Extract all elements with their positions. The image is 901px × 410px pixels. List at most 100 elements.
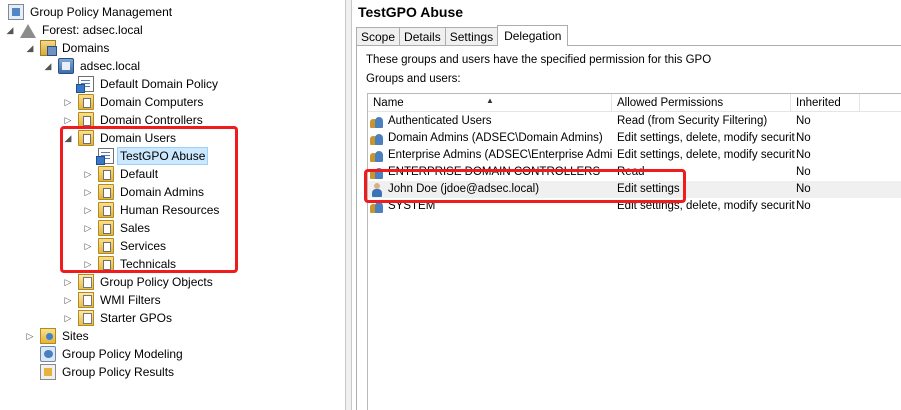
- tab-delegation[interactable]: Delegation: [497, 25, 569, 46]
- table-row[interactable]: John Doe (jdoe@adsec.local) Edit setting…: [368, 181, 901, 198]
- column-header-name[interactable]: Name ▲: [368, 94, 612, 112]
- tree-root-label: Group Policy Management: [30, 5, 173, 19]
- column-inherited-label: Inherited: [796, 97, 841, 109]
- gpm-icon: [8, 4, 24, 20]
- tree-item-label: Technicals: [120, 257, 177, 271]
- table-row[interactable]: SYSTEM Edit settings, delete, modify sec…: [368, 198, 901, 215]
- expand-icon[interactable]: ▷: [62, 93, 74, 111]
- ou-icon: [78, 130, 94, 146]
- tree-services[interactable]: ▷ Services: [82, 237, 168, 255]
- collapse-icon[interactable]: ◢: [4, 21, 16, 39]
- ou-icon: [98, 256, 114, 272]
- tree-domain-adsec[interactable]: ◢ adsec.local: [42, 57, 142, 75]
- expand-icon[interactable]: ▷: [62, 309, 74, 327]
- tree-default[interactable]: ▷ Default: [82, 165, 160, 183]
- domains-icon: [40, 40, 57, 56]
- row-permission: Edit settings, delete, modify security: [617, 132, 795, 144]
- pane-splitter[interactable]: [345, 0, 352, 410]
- gpo-title: TestGPO Abuse: [358, 4, 464, 20]
- tree-domain-controllers[interactable]: ▷ Domain Controllers: [62, 111, 205, 129]
- ou-icon: [78, 112, 94, 128]
- group-icon: [370, 200, 384, 214]
- ou-icon: [98, 220, 114, 236]
- row-name: Domain Admins (ADSEC\Domain Admins): [388, 132, 603, 144]
- table-row[interactable]: ENTERPRISE DOMAIN CONTROLLERS Read No: [368, 164, 901, 181]
- tree-group-policy-objects[interactable]: ▷ Group Policy Objects: [62, 273, 215, 291]
- tree-technicals[interactable]: ▷ Technicals: [82, 255, 178, 273]
- expand-icon[interactable]: ▷: [82, 165, 94, 183]
- tab-scope[interactable]: Scope: [356, 27, 401, 46]
- tree-domain-users[interactable]: ◢ Domain Users: [62, 129, 178, 147]
- tree-item-label: Default: [120, 167, 159, 181]
- tree-item-label: Domain Users: [100, 131, 177, 145]
- gpo-link-icon: [96, 148, 114, 165]
- table-row[interactable]: Authenticated Users Read (from Security …: [368, 113, 901, 130]
- tree-root[interactable]: Group Policy Management: [4, 3, 174, 21]
- column-name-label: Name: [373, 97, 404, 109]
- expand-icon[interactable]: ▷: [82, 255, 94, 273]
- permissions-list[interactable]: Name ▲ Allowed Permissions Inherited Aut…: [367, 93, 901, 410]
- collapse-icon[interactable]: ◢: [42, 57, 54, 75]
- row-permission: Read: [617, 166, 645, 178]
- group-icon: [370, 115, 384, 129]
- row-inherited: No: [796, 200, 811, 212]
- expand-icon[interactable]: ▷: [62, 291, 74, 309]
- table-row[interactable]: Enterprise Admins (ADSEC\Enterprise Admi…: [368, 147, 901, 164]
- expand-icon[interactable]: ▷: [82, 201, 94, 219]
- tree-domain-admins[interactable]: ▷ Domain Admins: [82, 183, 206, 201]
- tree-gp-results[interactable]: Group Policy Results: [24, 363, 176, 381]
- tree-wmi-filters[interactable]: ▷ WMI Filters: [62, 291, 163, 309]
- tree-sales[interactable]: ▷ Sales: [82, 219, 152, 237]
- row-permission: Edit settings, delete, modify security: [617, 149, 795, 161]
- tab-settings[interactable]: Settings: [444, 27, 499, 46]
- row-inherited: No: [796, 166, 811, 178]
- gpo-link-icon: [76, 76, 94, 93]
- ou-icon: [98, 202, 114, 218]
- column-header-inherited[interactable]: Inherited: [791, 94, 860, 112]
- row-name: SYSTEM: [388, 200, 436, 212]
- delegation-description: These groups and users have the specifie…: [366, 54, 712, 66]
- row-name: Authenticated Users: [388, 115, 492, 127]
- console-tree: Group Policy Management ◢ Forest: adsec.…: [0, 0, 345, 410]
- starter-folder-icon: [78, 310, 94, 326]
- tree-human-resources[interactable]: ▷ Human Resources: [82, 201, 221, 219]
- tree-forest[interactable]: ◢ Forest: adsec.local: [4, 21, 145, 39]
- expand-icon[interactable]: ▷: [82, 219, 94, 237]
- tree-gp-modeling[interactable]: Group Policy Modeling: [24, 345, 185, 363]
- tree-starter-gpos[interactable]: ▷ Starter GPOs: [62, 309, 174, 327]
- tree-default-domain-policy[interactable]: Default Domain Policy: [62, 75, 220, 93]
- expand-icon[interactable]: ▷: [82, 183, 94, 201]
- ou-icon: [98, 166, 114, 182]
- tree-testgpo-abuse[interactable]: TestGPO Abuse: [82, 147, 209, 165]
- tree-item-label: Domain Controllers: [100, 113, 203, 127]
- expand-icon[interactable]: ▷: [62, 111, 74, 129]
- tree-domains[interactable]: ◢ Domains: [24, 39, 111, 57]
- table-row[interactable]: Domain Admins (ADSEC\Domain Admins) Edit…: [368, 130, 901, 147]
- expand-icon[interactable]: ▷: [24, 327, 36, 345]
- collapse-icon[interactable]: ◢: [62, 129, 74, 147]
- column-header-permissions[interactable]: Allowed Permissions: [612, 94, 791, 112]
- tree-item-label: Group Policy Results: [62, 365, 175, 379]
- details-pane: TestGPO Abuse Scope Details Settings Del…: [352, 0, 901, 410]
- row-permission: Edit settings: [617, 183, 680, 195]
- expand-icon[interactable]: ▷: [82, 237, 94, 255]
- tree-domain-label: adsec.local: [80, 59, 141, 73]
- collapse-icon[interactable]: ◢: [24, 39, 36, 57]
- tree-item-label: Services: [120, 239, 167, 253]
- tab-details[interactable]: Details: [399, 27, 446, 46]
- expand-icon[interactable]: ▷: [62, 273, 74, 291]
- row-name: Enterprise Admins (ADSEC\Enterprise Admi…: [388, 149, 612, 161]
- tree-domain-computers[interactable]: ▷ Domain Computers: [62, 93, 205, 111]
- tree-item-label: Starter GPOs: [100, 311, 173, 325]
- ou-icon: [98, 184, 114, 200]
- tree-item-label: WMI Filters: [100, 293, 161, 307]
- wmi-folder-icon: [78, 292, 94, 308]
- row-inherited: No: [796, 115, 811, 127]
- group-icon: [370, 166, 384, 180]
- tree-sites[interactable]: ▷ Sites: [24, 327, 91, 345]
- tree-item-label: Domain Computers: [100, 95, 204, 109]
- user-icon: [370, 182, 384, 197]
- tree-item-label: Domain Admins: [120, 185, 205, 199]
